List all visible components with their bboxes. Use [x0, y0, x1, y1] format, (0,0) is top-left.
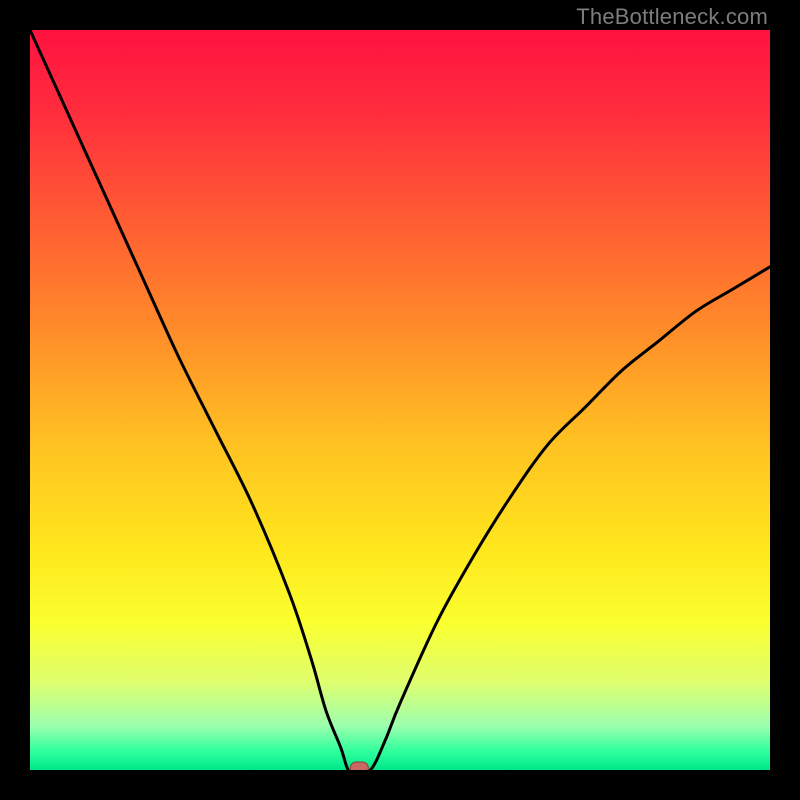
optimal-marker: [350, 762, 368, 770]
chart-frame: TheBottleneck.com: [0, 0, 800, 800]
plot-area: [30, 30, 770, 770]
gradient-background: [30, 30, 770, 770]
chart-svg: [30, 30, 770, 770]
watermark-text: TheBottleneck.com: [576, 4, 768, 30]
